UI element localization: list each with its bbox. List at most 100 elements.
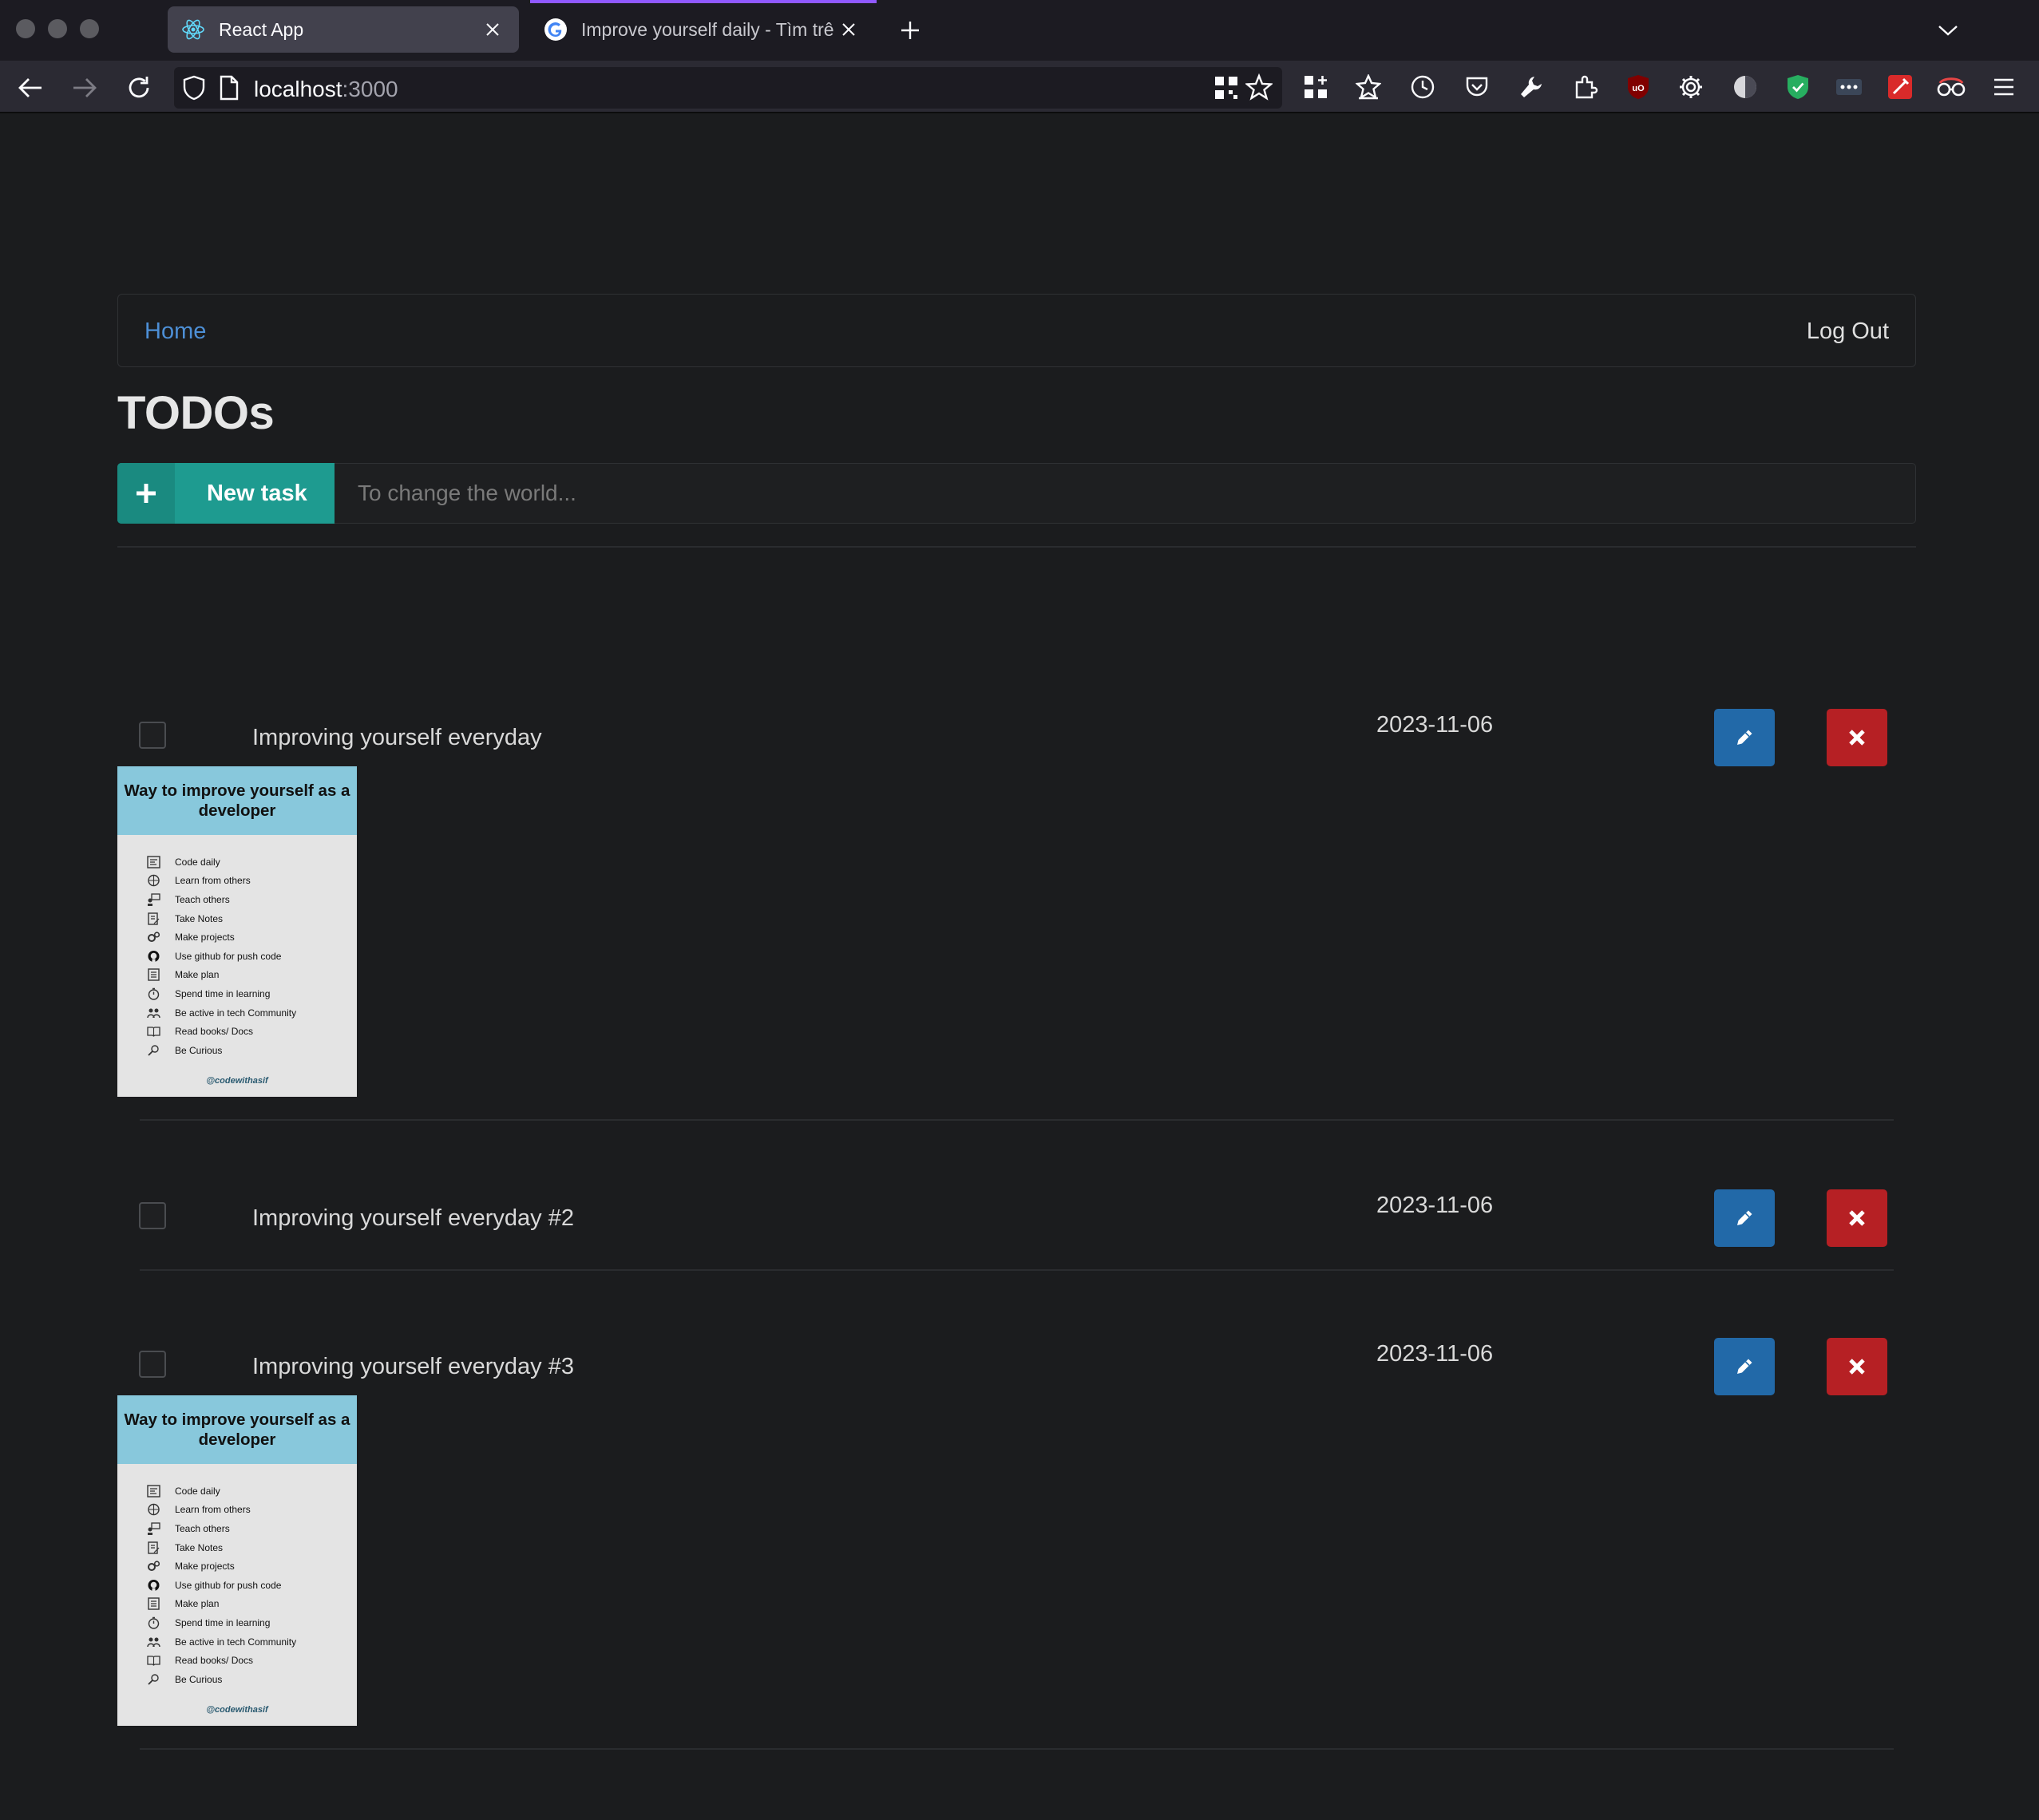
attachment-list-item: Make plan bbox=[146, 1595, 357, 1614]
attachment-footer: @codewithasif bbox=[206, 1076, 268, 1086]
attachment-footer: @codewithasif bbox=[206, 1705, 268, 1715]
attachment-item-text: Teach others bbox=[175, 893, 230, 905]
bookmark-star-icon[interactable] bbox=[1244, 73, 1274, 105]
security-shield-check-icon[interactable] bbox=[1782, 71, 1814, 103]
attachment-list-item: Learn from others bbox=[146, 1501, 357, 1520]
open-book-icon bbox=[146, 1025, 160, 1039]
shield-icon[interactable] bbox=[182, 75, 206, 105]
ublock-origin-icon[interactable]: uO bbox=[1622, 71, 1654, 103]
stopwatch-icon bbox=[146, 987, 160, 1000]
attachment-list-item: Spend time in learning bbox=[146, 984, 357, 1003]
attachment-item-text: Take Notes bbox=[175, 1541, 224, 1553]
notes-icon bbox=[146, 912, 160, 925]
back-arrow-icon[interactable] bbox=[14, 72, 46, 104]
edit-button[interactable] bbox=[1714, 709, 1775, 766]
url-host: localhost bbox=[254, 77, 342, 101]
tab-react-app[interactable]: React App bbox=[168, 6, 519, 53]
color-picker-icon[interactable] bbox=[1884, 71, 1916, 103]
todo-date: 2023-11-06 bbox=[1376, 712, 1494, 738]
window-minimize-button[interactable] bbox=[48, 19, 67, 38]
attachment-list-item: Read books/ Docs bbox=[146, 1651, 357, 1670]
attachment-item-text: Use github for push code bbox=[175, 1579, 282, 1591]
edit-button[interactable] bbox=[1714, 1338, 1775, 1395]
curious-search-icon bbox=[146, 1043, 160, 1057]
history-clock-icon[interactable] bbox=[1407, 71, 1439, 103]
forward-arrow-icon[interactable] bbox=[69, 72, 101, 104]
attachment-list-item: Take Notes bbox=[146, 909, 357, 928]
reload-icon[interactable] bbox=[123, 72, 155, 104]
logout-link[interactable]: Log Out bbox=[1807, 318, 1889, 345]
projects-gear-icon bbox=[146, 931, 160, 944]
delete-button[interactable] bbox=[1827, 1189, 1887, 1247]
teacher-icon bbox=[146, 892, 160, 906]
todo-checkbox[interactable] bbox=[139, 722, 166, 749]
window-close-button[interactable] bbox=[16, 19, 35, 38]
community-icon bbox=[146, 1006, 160, 1019]
extension-puzzle-icon[interactable] bbox=[1570, 71, 1602, 103]
delete-button[interactable] bbox=[1827, 1338, 1887, 1395]
pencil-icon bbox=[1737, 1210, 1752, 1225]
tab-close-icon[interactable] bbox=[835, 16, 862, 43]
tab-google-search[interactable]: Improve yourself daily - Tìm trên Google bbox=[530, 6, 875, 53]
browser-tab-bar: React App Improve yourself daily - Tìm t… bbox=[0, 0, 2039, 61]
todo-item: Improving yourself everyday 2023-11-06 W… bbox=[117, 661, 1916, 1121]
new-task-button[interactable]: New task bbox=[117, 463, 335, 524]
attachment-item-text: Code daily bbox=[175, 856, 220, 868]
notes-icon bbox=[146, 1541, 160, 1554]
attachment-list-item: Take Notes bbox=[146, 1538, 357, 1557]
pocket-icon[interactable] bbox=[1461, 71, 1493, 103]
attachment-list-item: Be Curious bbox=[146, 1670, 357, 1689]
attachment-list-item: Be active in tech Community bbox=[146, 1003, 357, 1023]
attachment-list-item: Use github for push code bbox=[146, 1576, 357, 1595]
password-manager-icon[interactable] bbox=[1833, 71, 1865, 103]
attachment-item-text: Spend time in learning bbox=[175, 1616, 271, 1628]
reader-glasses-icon[interactable] bbox=[1935, 71, 1967, 103]
new-tab-plus-icon[interactable] bbox=[894, 14, 926, 46]
close-x-icon bbox=[1849, 1359, 1865, 1375]
pencil-icon bbox=[1737, 730, 1752, 745]
close-x-icon bbox=[1849, 730, 1865, 746]
qr-code-icon[interactable] bbox=[1214, 75, 1239, 105]
address-bar[interactable]: localhost:3000 bbox=[174, 67, 1282, 109]
hamburger-menu-icon[interactable] bbox=[1988, 71, 2020, 103]
url-port: :3000 bbox=[342, 77, 398, 101]
open-book-icon bbox=[146, 1654, 160, 1668]
top-menu: Home Log Out bbox=[117, 294, 1916, 367]
tab-close-icon[interactable] bbox=[479, 16, 506, 43]
attachment-item-text: Learn from others bbox=[175, 875, 251, 887]
window-zoom-button[interactable] bbox=[80, 19, 99, 38]
svg-text:uO: uO bbox=[1632, 84, 1645, 93]
todo-date: 2023-11-06 bbox=[1376, 1193, 1494, 1218]
edit-button[interactable] bbox=[1714, 1189, 1775, 1247]
attachment-list-item: Teach others bbox=[146, 1519, 357, 1538]
todo-divider bbox=[140, 1269, 1894, 1271]
extensions-grid-icon[interactable] bbox=[1300, 71, 1332, 103]
code-icon bbox=[146, 855, 160, 868]
attachment-list-item: Read books/ Docs bbox=[146, 1022, 357, 1041]
attachment-item-text: Make plan bbox=[175, 969, 220, 981]
plan-calendar-icon bbox=[146, 968, 160, 982]
attachment-header: Way to improve yourself as a developer bbox=[117, 766, 357, 835]
profile-globe-icon[interactable] bbox=[1729, 71, 1761, 103]
settings-gear-icon[interactable] bbox=[1675, 71, 1707, 103]
teacher-icon bbox=[146, 1521, 160, 1535]
todo-item: Improving yourself everyday #2 2023-11-0… bbox=[117, 1141, 1916, 1293]
attachment-title: Way to improve yourself as a developer bbox=[124, 781, 350, 820]
new-task-input[interactable] bbox=[335, 463, 1916, 524]
list-divider bbox=[117, 546, 1916, 548]
todo-checkbox[interactable] bbox=[139, 1351, 166, 1378]
code-icon bbox=[146, 1484, 160, 1498]
tab-title: Improve yourself daily - Tìm trên Google bbox=[581, 18, 835, 40]
attachment-item-text: Teach others bbox=[175, 1522, 230, 1534]
wrench-icon[interactable] bbox=[1515, 71, 1547, 103]
community-icon bbox=[146, 1635, 160, 1648]
todo-checkbox[interactable] bbox=[139, 1202, 166, 1229]
page-icon[interactable] bbox=[219, 75, 240, 105]
attachment-list-item: Learn from others bbox=[146, 872, 357, 891]
home-link[interactable]: Home bbox=[145, 318, 206, 345]
delete-button[interactable] bbox=[1827, 709, 1887, 766]
list-all-tabs-chevron-icon[interactable] bbox=[1932, 14, 1964, 46]
attachment-item-text: Make projects bbox=[175, 1561, 235, 1573]
attachment-item-text: Code daily bbox=[175, 1485, 220, 1497]
bookmarks-star-icon[interactable] bbox=[1352, 71, 1384, 103]
